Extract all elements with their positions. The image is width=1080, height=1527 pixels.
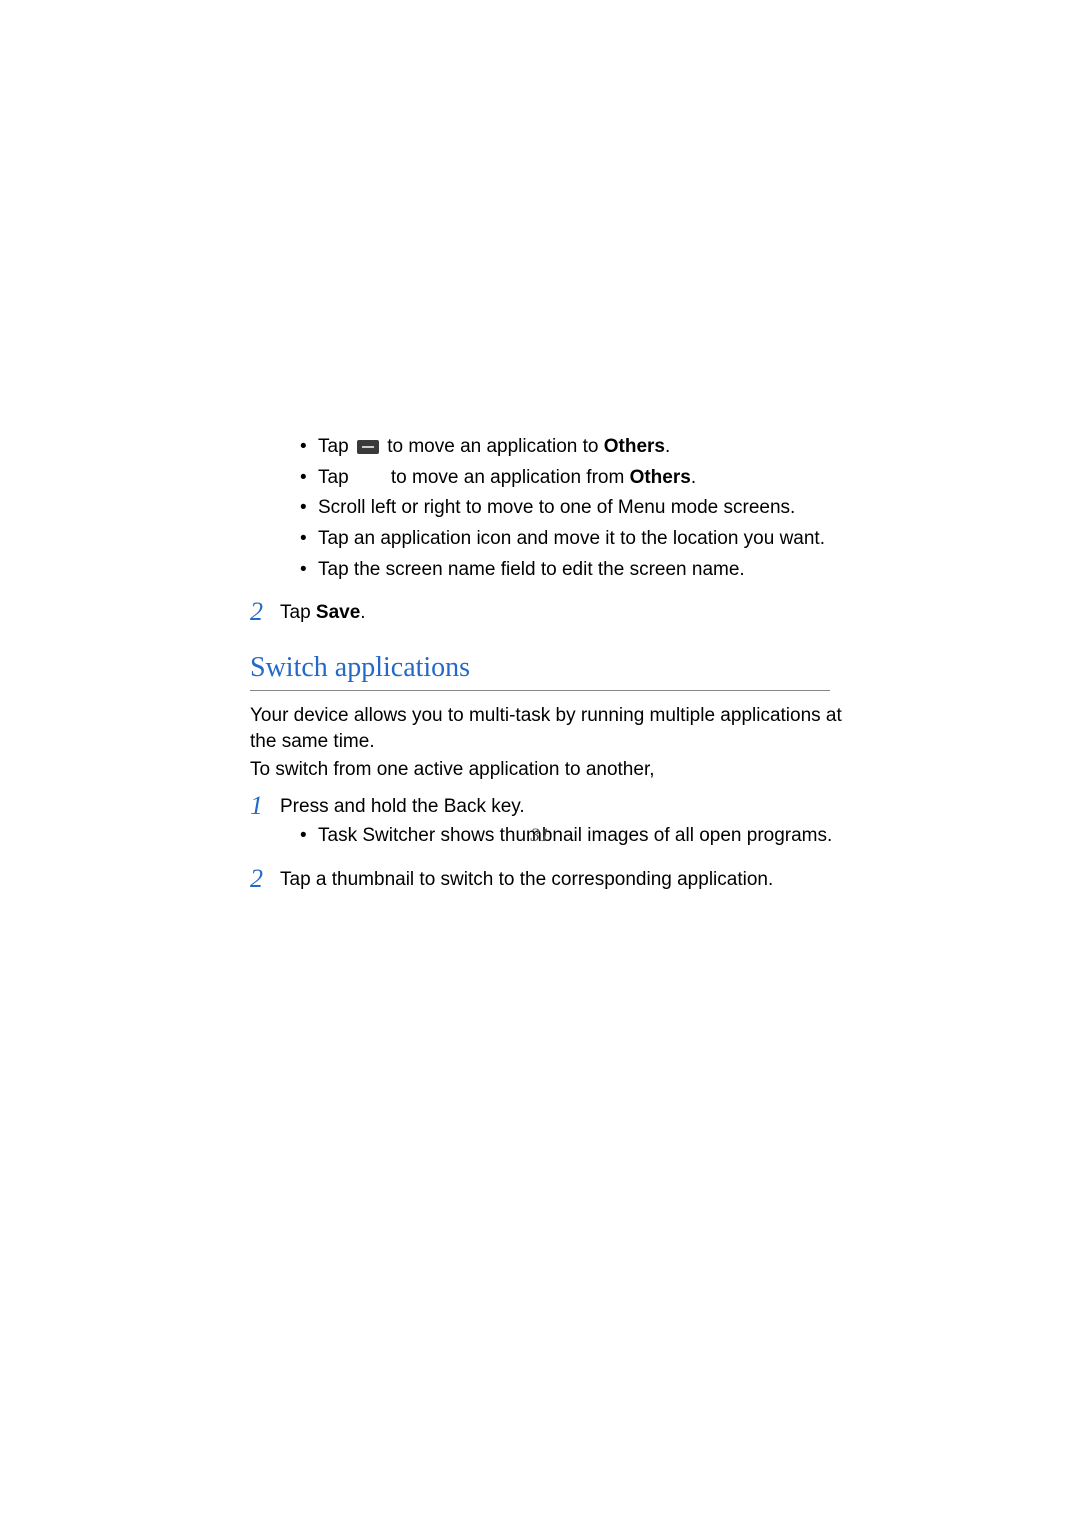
text-bold: Others — [604, 436, 665, 457]
bullet-list: Tap to move an application to Others. Ta… — [300, 435, 850, 582]
minus-icon — [357, 440, 379, 454]
text: Tap — [318, 436, 354, 457]
step-text: Tap a thumbnail to switch to the corresp… — [280, 869, 773, 890]
text: . — [665, 436, 670, 457]
numbered-step: 2 Tap Save. — [250, 602, 850, 624]
text: Tap the screen name field to edit the sc… — [318, 559, 745, 580]
text: Tap — [280, 602, 316, 623]
section-heading: Switch applications — [250, 652, 830, 691]
bullet-item: Tap the screen name field to edit the sc… — [300, 558, 850, 583]
text: to move an application to — [382, 436, 604, 457]
text: Press and hold the Back key. — [280, 796, 525, 817]
text: Scroll left or right to move to one of M… — [318, 497, 795, 518]
bullet-item: Tap to move an application to Others. — [300, 435, 850, 460]
text: . — [360, 602, 365, 623]
step-text: Tap Save. — [280, 602, 366, 623]
numbered-step: 1 Press and hold the Back key. Task Swit… — [250, 796, 850, 849]
text: . — [691, 467, 696, 488]
text-bold: Others — [630, 467, 691, 488]
step-text: Press and hold the Back key. Task Switch… — [280, 796, 850, 849]
document-content: Tap to move an application to Others. Ta… — [250, 435, 850, 891]
text: to move an application from — [386, 467, 630, 488]
step-number: 2 — [250, 864, 263, 894]
bullet-item: Scroll left or right to move to one of M… — [300, 496, 850, 521]
step-number: 1 — [250, 791, 263, 821]
paragraph: Your device allows you to multi-task by … — [250, 703, 850, 754]
paragraph: To switch from one active application to… — [250, 757, 850, 783]
sub-bullet-item: Task Switcher shows thumbnail images of … — [300, 824, 850, 849]
text: Task Switcher shows thumbnail images of … — [318, 825, 832, 846]
text: Tap — [318, 467, 354, 488]
page-number: 31 — [531, 825, 550, 847]
bullet-item: Tap to move an application from Others. — [300, 466, 850, 491]
step-number: 2 — [250, 597, 263, 627]
text: Tap an application icon and move it to t… — [318, 528, 825, 549]
sub-bullet-list: Task Switcher shows thumbnail images of … — [300, 824, 850, 849]
text — [354, 467, 386, 488]
bullet-item: Tap an application icon and move it to t… — [300, 527, 850, 552]
text-bold: Save — [316, 602, 360, 623]
numbered-step: 2 Tap a thumbnail to switch to the corre… — [250, 869, 850, 891]
